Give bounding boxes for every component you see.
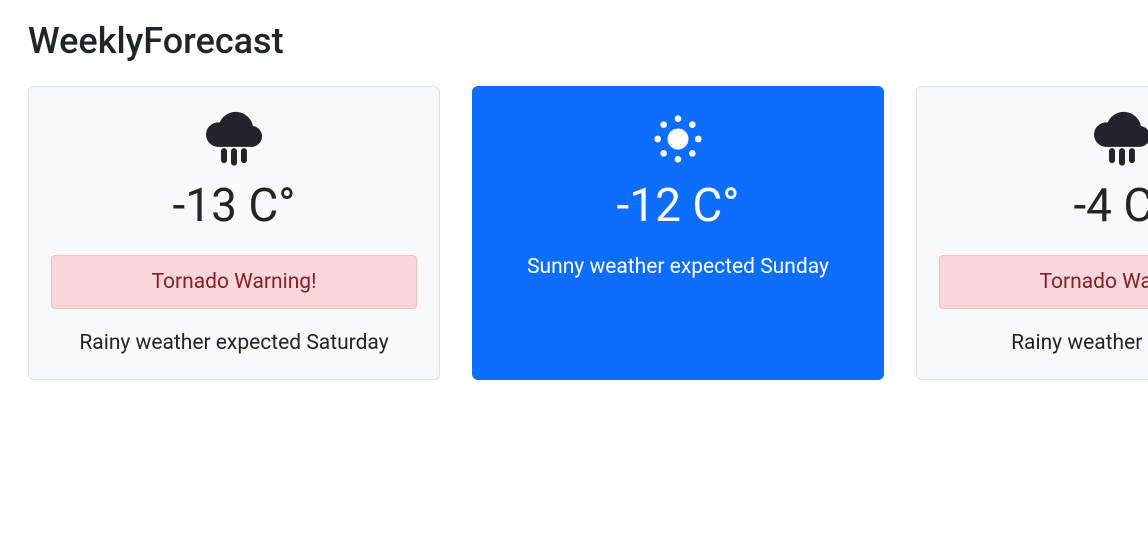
forecast-row: -13 C° Tornado Warning! Rainy weather ex… <box>28 86 1120 380</box>
temperature: -13 C° <box>51 179 417 233</box>
temperature: -4 C° <box>939 179 1148 233</box>
page-title: WeeklyForecast <box>28 20 1120 62</box>
forecast-description: Rainy weather expected <box>939 331 1148 355</box>
forecast-card[interactable]: -12 C° Sunny weather expected Sunday <box>472 86 884 380</box>
rain-icon <box>51 107 417 167</box>
sun-icon <box>495 107 861 167</box>
forecast-description: Rainy weather expected Saturday <box>51 331 417 355</box>
weather-alert: Tornado Warning! <box>51 255 417 309</box>
forecast-card[interactable]: -4 C° Tornado Warning! Rainy weather exp… <box>916 86 1148 380</box>
temperature: -12 C° <box>495 179 861 233</box>
forecast-description: Sunny weather expected Sunday <box>495 255 861 279</box>
rain-icon <box>939 107 1148 167</box>
forecast-card[interactable]: -13 C° Tornado Warning! Rainy weather ex… <box>28 86 440 380</box>
weather-alert: Tornado Warning! <box>939 255 1148 309</box>
